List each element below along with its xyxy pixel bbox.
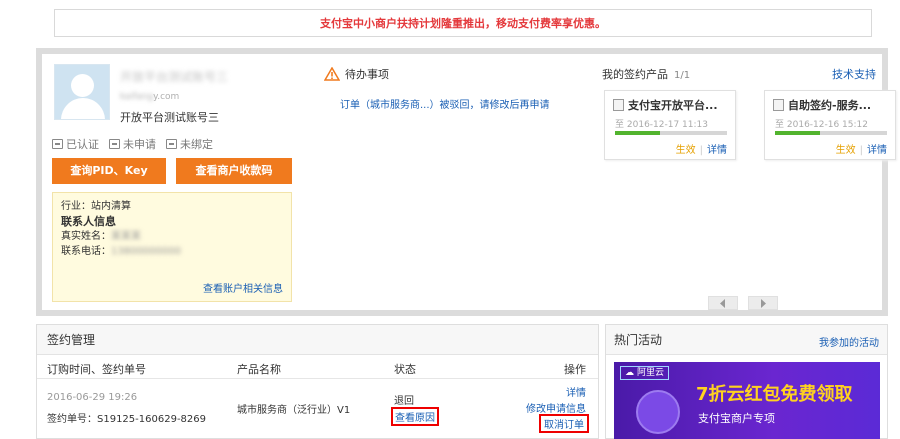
application-icon bbox=[109, 139, 120, 149]
account-name: 开放平台测试账号三 bbox=[120, 70, 229, 84]
col-order-time: 订购时间、签约单号 bbox=[47, 363, 146, 376]
dashboard-panel: 开放平台测试账号三 kaifangy.com 开放平台测试账号三 已认证 未申请… bbox=[36, 48, 896, 316]
status-unapplied-label: 未申请 bbox=[123, 138, 156, 151]
certified-icon bbox=[52, 139, 63, 149]
account-email: kaifangy.com bbox=[120, 92, 179, 102]
status-unapplied[interactable]: 未申请 bbox=[109, 136, 156, 152]
account-info-box: 行业：站内清算 联系人信息 真实姓名：某某某 联系电话：13800000000 … bbox=[52, 192, 292, 302]
col-status: 状态 bbox=[394, 363, 416, 376]
status-unbound-label: 未绑定 bbox=[180, 138, 213, 151]
document-icon bbox=[773, 99, 784, 111]
bind-icon bbox=[166, 139, 177, 149]
product-progress bbox=[775, 131, 887, 135]
separator: | bbox=[859, 145, 863, 156]
expiry-date: 2016-12-17 11:13 bbox=[626, 120, 708, 130]
expiry-date: 2016-12-16 15:12 bbox=[786, 120, 868, 130]
products-title: 我的签约产品 bbox=[602, 68, 668, 81]
real-name-value: 某某某 bbox=[111, 231, 141, 242]
query-pid-key-button[interactable]: 查询PID、Key bbox=[52, 158, 166, 184]
product-name-text: 支付宝开放平台... bbox=[628, 99, 718, 112]
phone-label: 联系电话： bbox=[61, 246, 111, 257]
phone-line: 联系电话：13800000000 bbox=[61, 244, 283, 259]
chevron-right-icon bbox=[761, 299, 766, 308]
next-page-button[interactable] bbox=[748, 296, 778, 310]
sign-management-panel: 签约管理 订购时间、签约单号 产品名称 状态 操作 2016-06-29 19:… bbox=[36, 324, 599, 439]
cloud-icon: ☁ bbox=[625, 367, 634, 378]
status-unbound[interactable]: 未绑定 bbox=[166, 136, 213, 152]
order-product: 城市服务商（泛行业）V1 bbox=[237, 405, 351, 416]
progress-fill bbox=[615, 131, 660, 135]
cancel-order-link[interactable]: 取消订单 bbox=[539, 414, 589, 433]
product-name-text: 自助签约-服务... bbox=[788, 99, 872, 112]
warning-icon bbox=[324, 67, 340, 81]
hot-activity-panel: 热门活动 我参加的活动 ☁ 阿里云 7折云红包免费领取 支付宝商户专项 bbox=[605, 324, 888, 439]
banner-subtitle: 支付宝商户专项 bbox=[698, 412, 775, 425]
modify-application-link[interactable]: 修改申请信息 bbox=[526, 400, 586, 415]
account-status-row: 已认证 未申请 未绑定 bbox=[52, 136, 213, 152]
order-date: 2016-06-29 19:26 bbox=[47, 392, 138, 403]
banner-logo-text: 阿里云 bbox=[637, 367, 665, 378]
products-header: 我的签约产品 1/1 bbox=[602, 66, 690, 82]
status-certified[interactable]: 已认证 bbox=[52, 136, 99, 152]
order-number: 签约单号：S19125-160629-8269 bbox=[47, 414, 206, 425]
product-actions: 生效 | 详情 bbox=[676, 141, 727, 156]
todo-title: 待办事项 bbox=[345, 68, 389, 81]
view-qr-code-button[interactable]: 查看商户收款码 bbox=[176, 158, 292, 184]
chevron-left-icon bbox=[720, 299, 725, 308]
product-detail-link[interactable]: 详情 bbox=[867, 145, 887, 156]
expiry-prefix: 至 bbox=[615, 120, 625, 130]
account-label: 开放平台测试账号三 bbox=[120, 111, 219, 124]
product-status: 生效 bbox=[675, 145, 696, 156]
document-icon bbox=[613, 99, 624, 111]
phone-value: 13800000000 bbox=[111, 246, 181, 257]
todo-header: 待办事项 bbox=[324, 66, 389, 82]
separator: | bbox=[699, 145, 703, 156]
expiry-prefix: 至 bbox=[775, 120, 785, 130]
sign-management-title: 签约管理 bbox=[37, 325, 598, 355]
product-expiry: 至 2016-12-17 11:13 bbox=[615, 117, 708, 130]
table-row: 2016-06-29 19:26 签约单号：S19125-160629-8269… bbox=[37, 380, 598, 439]
cloud-icon bbox=[636, 390, 680, 434]
status-certified-label: 已认证 bbox=[66, 138, 99, 151]
product-detail-link[interactable]: 详情 bbox=[707, 145, 727, 156]
product-name: 自助签约-服务... bbox=[773, 97, 871, 113]
contact-title: 联系人信息 bbox=[61, 215, 116, 228]
account-info-link[interactable]: 查看账户相关信息 bbox=[203, 282, 283, 297]
tech-support-link[interactable]: 技术支持 bbox=[832, 66, 876, 82]
dashboard-inner: 开放平台测试账号三 kaifangy.com 开放平台测试账号三 已认证 未申请… bbox=[42, 54, 896, 310]
product-card[interactable]: 自助签约-服务... 至 2016-12-16 15:12 生效 | 详情 bbox=[764, 90, 896, 160]
promo-notice[interactable]: 支付宝中小商户扶持计划隆重推出，移动支付费率享优惠。 bbox=[54, 9, 872, 37]
product-expiry: 至 2016-12-16 15:12 bbox=[775, 117, 868, 130]
order-detail-link[interactable]: 详情 bbox=[566, 384, 586, 399]
real-name-label: 真实姓名： bbox=[61, 231, 111, 242]
avatar-head bbox=[71, 74, 94, 97]
email-suffix: y.com bbox=[153, 92, 180, 102]
view-reason-link[interactable]: 查看原因 bbox=[391, 407, 439, 426]
product-actions: 生效 | 详情 bbox=[836, 141, 887, 156]
avatar-body bbox=[61, 98, 105, 119]
aliyun-logo: ☁ 阿里云 bbox=[620, 366, 670, 380]
industry-text: 行业：站内清算 bbox=[61, 201, 131, 212]
col-actions: 操作 bbox=[564, 363, 586, 376]
product-name: 支付宝开放平台... bbox=[613, 97, 718, 113]
email-prefix: kaifang bbox=[120, 92, 154, 102]
progress-fill bbox=[775, 131, 820, 135]
product-progress bbox=[615, 131, 727, 135]
table-header: 订购时间、签约单号 产品名称 状态 操作 bbox=[37, 355, 598, 379]
todo-item-link[interactable]: 订单（城市服务商...）被驳回，请修改后再申请 bbox=[340, 96, 550, 111]
real-name-line: 真实姓名：某某某 bbox=[61, 229, 283, 244]
product-card[interactable]: 支付宝开放平台... 至 2016-12-17 11:13 生效 | 详情 bbox=[604, 90, 736, 160]
prev-page-button[interactable] bbox=[708, 296, 738, 310]
avatar bbox=[54, 64, 110, 120]
promo-banner[interactable]: ☁ 阿里云 7折云红包免费领取 支付宝商户专项 bbox=[614, 362, 880, 439]
product-status: 生效 bbox=[835, 145, 856, 156]
products-page: 1/1 bbox=[674, 70, 691, 81]
order-status: 退回 bbox=[394, 396, 414, 407]
my-activities-link[interactable]: 我参加的活动 bbox=[819, 334, 879, 349]
col-product: 产品名称 bbox=[237, 363, 281, 376]
banner-title: 7折云红包免费领取 bbox=[696, 384, 853, 405]
